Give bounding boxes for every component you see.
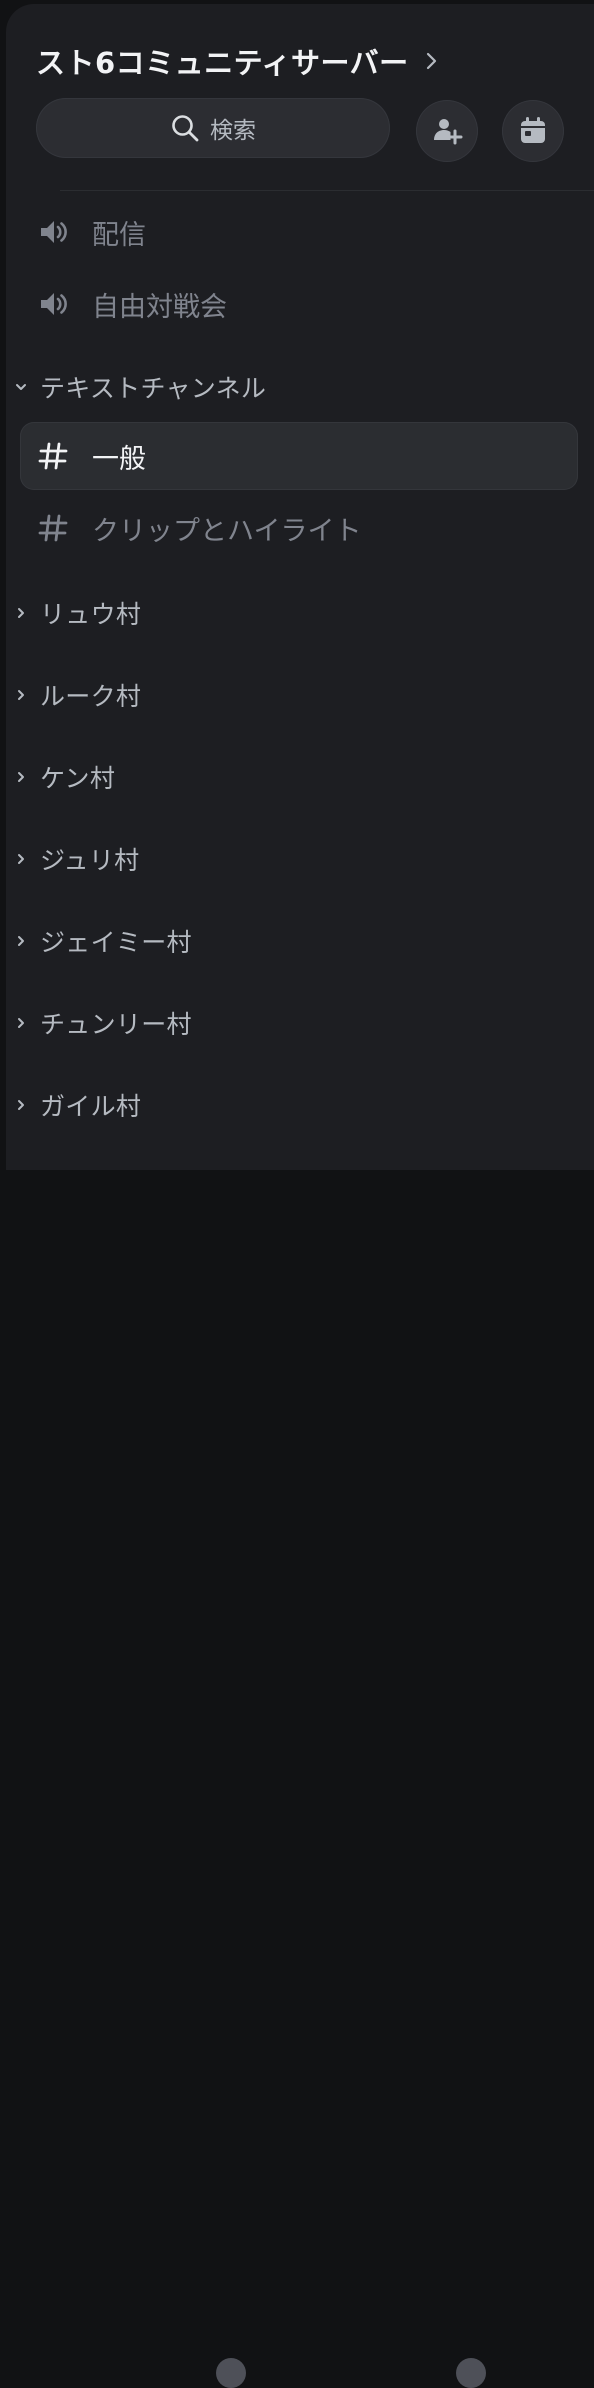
- channel-name: 一般: [92, 443, 146, 475]
- category-name: ケン村: [40, 764, 116, 793]
- chevron-right-icon: [18, 690, 24, 700]
- header-divider: [60, 190, 594, 191]
- chevron-right-icon: [426, 52, 436, 70]
- category-text-channels[interactable]: テキストチャンネル: [14, 362, 266, 412]
- category-item[interactable]: ガイル村: [14, 1080, 141, 1130]
- invite-people-icon: [434, 119, 463, 145]
- text-channel-item[interactable]: クリップとハイライト: [20, 494, 578, 562]
- hash-icon: [36, 511, 70, 545]
- category-name: ジェイミー村: [40, 928, 192, 957]
- search-label: 検索: [210, 118, 256, 144]
- channel-name: 自由対戦会: [92, 291, 227, 323]
- speaker-icon: [36, 287, 70, 321]
- chevron-right-icon: [18, 608, 24, 618]
- bottom-nav-bar: [0, 1170, 594, 2388]
- category-item[interactable]: ケン村: [14, 752, 115, 802]
- category-item[interactable]: ジェイミー村: [14, 916, 192, 966]
- channel-name: 配信: [92, 219, 146, 251]
- avatar[interactable]: [456, 2358, 486, 2388]
- search-button[interactable]: 検索: [36, 98, 390, 158]
- events-button[interactable]: [502, 100, 564, 162]
- speaker-icon: [36, 215, 70, 249]
- category-name: テキストチャンネル: [40, 374, 267, 403]
- chevron-right-icon: [18, 854, 24, 864]
- text-channel-item-active[interactable]: 一般: [20, 422, 578, 490]
- chevron-right-icon: [18, 1100, 24, 1110]
- voice-channel-item[interactable]: 配信: [20, 198, 578, 266]
- chevron-right-icon: [18, 936, 24, 946]
- category-name: ルーク村: [40, 682, 142, 711]
- search-icon: [172, 115, 199, 142]
- invite-members-button[interactable]: [416, 100, 478, 162]
- category-name: チュンリー村: [40, 1010, 192, 1039]
- server-name: スト6コミュニティサーバー: [36, 46, 409, 80]
- chevron-right-icon: [18, 772, 24, 782]
- chevron-right-icon: [18, 1018, 24, 1028]
- chevron-down-icon: [16, 384, 26, 390]
- channel-sidebar: スト6コミュニティサーバー 検索 配信 自由対戦会 テキストチャンネル 一般 ク…: [6, 4, 594, 1170]
- calendar-icon: [521, 117, 545, 143]
- channel-name: クリップとハイライト: [92, 515, 362, 547]
- category-name: リュウ村: [40, 600, 142, 629]
- category-item[interactable]: チュンリー村: [14, 998, 192, 1048]
- category-name: ジュリ村: [40, 846, 140, 875]
- category-item[interactable]: ジュリ村: [14, 834, 139, 884]
- voice-channel-item[interactable]: 自由対戦会: [20, 270, 578, 338]
- category-name: ガイル村: [40, 1092, 142, 1121]
- server-header[interactable]: スト6コミュニティサーバー: [36, 40, 439, 82]
- home-icon[interactable]: [216, 2358, 246, 2388]
- hash-icon: [36, 439, 70, 473]
- category-item[interactable]: リュウ村: [14, 588, 141, 638]
- category-item[interactable]: ルーク村: [14, 670, 141, 720]
